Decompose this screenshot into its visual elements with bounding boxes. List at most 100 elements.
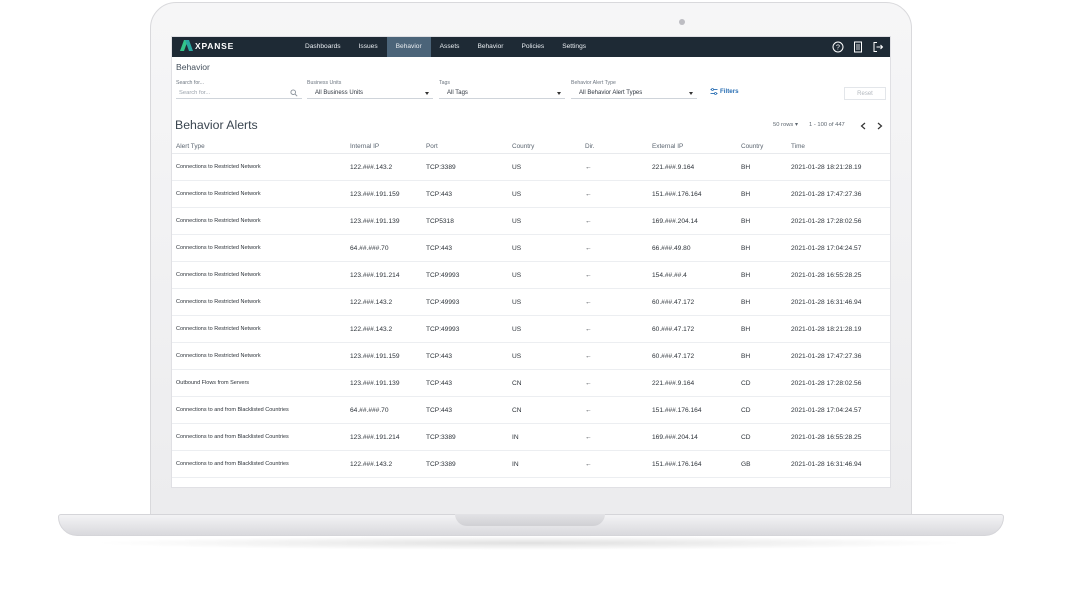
cell-country: US bbox=[512, 234, 585, 262]
cell-alert-type: Connections to Restricted Network bbox=[172, 234, 350, 262]
cell-external-ip: 151.###.176.164 bbox=[652, 180, 741, 208]
table-row[interactable]: Connections to and from Blacklisted Coun… bbox=[172, 450, 890, 478]
cell-country-ext: BH bbox=[741, 153, 791, 181]
cell-internal-ip: 123.###.191.159 bbox=[350, 180, 426, 208]
cell-time: 2021-01-28 17:04:24.57 bbox=[791, 234, 890, 262]
nav-item-assets[interactable]: Assets bbox=[431, 37, 469, 57]
nav-item-issues[interactable]: Issues bbox=[350, 37, 387, 57]
xpanse-logo[interactable]: XPANSE bbox=[182, 40, 234, 51]
cell-country-ext: BH bbox=[741, 207, 791, 235]
tags-select[interactable]: All Tags bbox=[439, 88, 565, 99]
cell-internal-ip: 122.###.143.2 bbox=[350, 288, 426, 316]
cell-time: 2021-01-28 17:47:27.36 bbox=[791, 180, 890, 208]
page-title: Behavior bbox=[176, 62, 210, 72]
column-header-direction[interactable]: Dir. bbox=[585, 140, 652, 154]
svg-text:?: ? bbox=[836, 44, 840, 51]
cell-country-ext: CD bbox=[741, 396, 791, 424]
table-row[interactable]: Outbound Flows from Servers 123.###.191.1… bbox=[172, 369, 890, 397]
nav-item-behavior[interactable]: Behavior bbox=[386, 37, 431, 57]
chevron-left-icon[interactable] bbox=[858, 120, 868, 131]
nav-menu: Dashboards Issues Behavior Assets Behavior Po… bbox=[296, 37, 595, 57]
cell-direction: ← bbox=[585, 153, 652, 181]
cell-alert-type: Connections to and from Blacklisted Coun… bbox=[172, 450, 350, 478]
cell-internal-ip: 123.###.191.139 bbox=[350, 369, 426, 397]
document-icon[interactable] bbox=[851, 40, 864, 53]
cell-internal-ip: 123.###.191.214 bbox=[350, 261, 426, 289]
cell-port: TCP:3389 bbox=[426, 153, 512, 181]
cell-direction: ← bbox=[585, 423, 652, 451]
cell-port: TCP5318 bbox=[426, 207, 512, 235]
cell-alert-type: Connections to and from Blacklisted Coun… bbox=[172, 396, 350, 424]
section-title: Behavior Alerts bbox=[175, 118, 258, 132]
search-input[interactable] bbox=[176, 88, 305, 98]
cell-port: TCP:443 bbox=[426, 369, 512, 397]
cell-country-ext: BH bbox=[741, 342, 791, 370]
cell-external-ip: 60.###.47.172 bbox=[652, 342, 741, 370]
cell-external-ip: 151.###.176.164 bbox=[652, 450, 741, 478]
nav-item-policies[interactable]: Policies bbox=[512, 37, 553, 57]
cell-internal-ip: 122.###.143.2 bbox=[350, 315, 426, 343]
business-units-select[interactable]: All Business Units bbox=[307, 88, 433, 99]
alert-type-select[interactable]: All Behavior Alert Types bbox=[571, 88, 697, 99]
cell-internal-ip: 64.##.###.70 bbox=[350, 396, 426, 424]
cell-country: US bbox=[512, 315, 585, 343]
cell-direction: ← bbox=[585, 288, 652, 316]
cell-internal-ip: 122.###.143.2 bbox=[350, 153, 426, 181]
cell-country: IN bbox=[512, 450, 585, 478]
logout-icon[interactable] bbox=[871, 40, 884, 53]
table-row[interactable]: Connections to Restricted Network 122.###… bbox=[172, 153, 890, 181]
cell-direction: ← bbox=[585, 396, 652, 424]
cell-external-ip: 60.###.47.172 bbox=[652, 315, 741, 343]
nav-item-dashboards[interactable]: Dashboards bbox=[296, 37, 350, 57]
cell-country: US bbox=[512, 153, 585, 181]
xpanse-logo-icon bbox=[182, 40, 191, 51]
alerts-table: Alert Type Internal IP Port Country Dir. Exte… bbox=[172, 140, 890, 478]
cell-external-ip: 221.###.9.164 bbox=[652, 369, 741, 397]
nav-item-behavior[interactable]: Behavior bbox=[468, 37, 512, 57]
table-row[interactable]: Connections to Restricted Network 122.###… bbox=[172, 288, 890, 316]
rows-per-page-select[interactable]: 50 rows ▾ bbox=[773, 122, 798, 128]
table-header: Alert Type Internal IP Port Country Dir. Exte… bbox=[172, 140, 890, 154]
cell-internal-ip: 64.##.###.70 bbox=[350, 234, 426, 262]
cell-direction: ← bbox=[585, 207, 652, 235]
table-row[interactable]: Connections to Restricted Network 123.###… bbox=[172, 180, 890, 208]
cell-direction: ← bbox=[585, 450, 652, 478]
cell-country: CN bbox=[512, 369, 585, 397]
cell-alert-type: Connections to Restricted Network bbox=[172, 342, 350, 370]
nav-icons: ? bbox=[831, 40, 884, 53]
cell-country-ext: BH bbox=[741, 315, 791, 343]
table-row[interactable]: Connections to Restricted Network 123.###… bbox=[172, 207, 890, 235]
search-field bbox=[176, 88, 305, 102]
cell-country: US bbox=[512, 180, 585, 208]
table-row[interactable]: Connections to Restricted Network 122.###… bbox=[172, 315, 890, 343]
filter-icon bbox=[710, 88, 718, 95]
logo-text: XPANSE bbox=[195, 40, 235, 51]
cell-time: 2021-01-28 16:55:28.25 bbox=[791, 261, 890, 289]
column-header-port[interactable]: Port bbox=[426, 140, 512, 154]
filters-button[interactable]: Filters bbox=[710, 88, 739, 95]
table-row[interactable]: Connections to Restricted Network 123.###… bbox=[172, 261, 890, 289]
search-icon[interactable] bbox=[290, 89, 298, 102]
table-row[interactable]: Connections to Restricted Network 123.###… bbox=[172, 342, 890, 370]
cell-country-ext: CD bbox=[741, 369, 791, 397]
cell-internal-ip: 123.###.191.214 bbox=[350, 423, 426, 451]
chevron-down-icon bbox=[689, 92, 693, 95]
nav-item-settings[interactable]: Settings bbox=[553, 37, 595, 57]
column-header-internal-ip[interactable]: Internal IP bbox=[350, 140, 426, 154]
help-icon[interactable]: ? bbox=[831, 40, 844, 53]
chevron-right-icon[interactable] bbox=[875, 120, 885, 131]
cell-direction: ← bbox=[585, 342, 652, 370]
column-header-country-ext[interactable]: Country bbox=[741, 140, 791, 154]
table-row[interactable]: Connections to and from Blacklisted Coun… bbox=[172, 396, 890, 424]
column-header-time[interactable]: Time bbox=[791, 140, 890, 154]
cell-alert-type: Connections to Restricted Network bbox=[172, 153, 350, 181]
table-row[interactable]: Connections to and from Blacklisted Coun… bbox=[172, 423, 890, 451]
cell-direction: ← bbox=[585, 369, 652, 397]
reset-button[interactable]: Reset bbox=[844, 87, 886, 100]
column-header-external-ip[interactable]: External IP bbox=[652, 140, 741, 154]
column-header-alert-type[interactable]: Alert Type bbox=[172, 140, 350, 154]
cell-country: CN bbox=[512, 396, 585, 424]
cell-time: 2021-01-28 17:47:27.36 bbox=[791, 342, 890, 370]
column-header-country[interactable]: Country bbox=[512, 140, 585, 154]
table-row[interactable]: Connections to Restricted Network 64.##.#… bbox=[172, 234, 890, 262]
